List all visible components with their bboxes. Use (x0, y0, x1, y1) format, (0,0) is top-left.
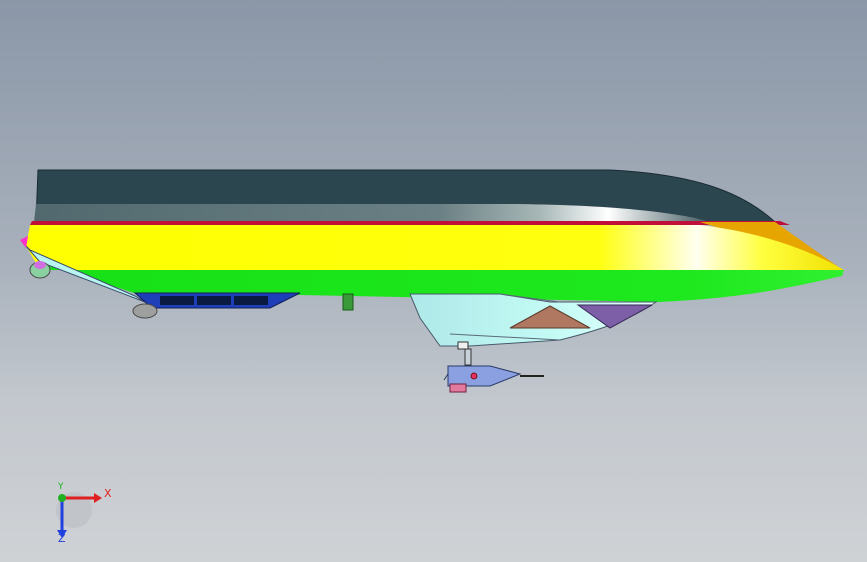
x-axis-label: X (104, 487, 112, 500)
x-axis-head (94, 493, 102, 503)
z-axis-label: Z (58, 532, 66, 545)
keel-slot (197, 296, 231, 305)
motor-fin (443, 373, 449, 381)
keel-slot (234, 296, 268, 305)
3d-viewport[interactable]: X Y Z (0, 0, 867, 562)
keel-slot (160, 296, 194, 305)
motor-shaft (464, 348, 472, 366)
y-axis-dot (58, 494, 66, 502)
motor-base (449, 383, 467, 393)
stern-knob-top (34, 261, 46, 269)
yellow-stripe (26, 225, 844, 270)
motor-body (447, 365, 522, 387)
boat-model[interactable] (0, 0, 867, 562)
motor-dot (470, 372, 478, 380)
red-stripe (30, 221, 790, 225)
green-strut (342, 293, 354, 311)
stern-tube (132, 303, 158, 319)
motor-mount (457, 341, 469, 350)
y-axis-label: Y (58, 482, 64, 492)
